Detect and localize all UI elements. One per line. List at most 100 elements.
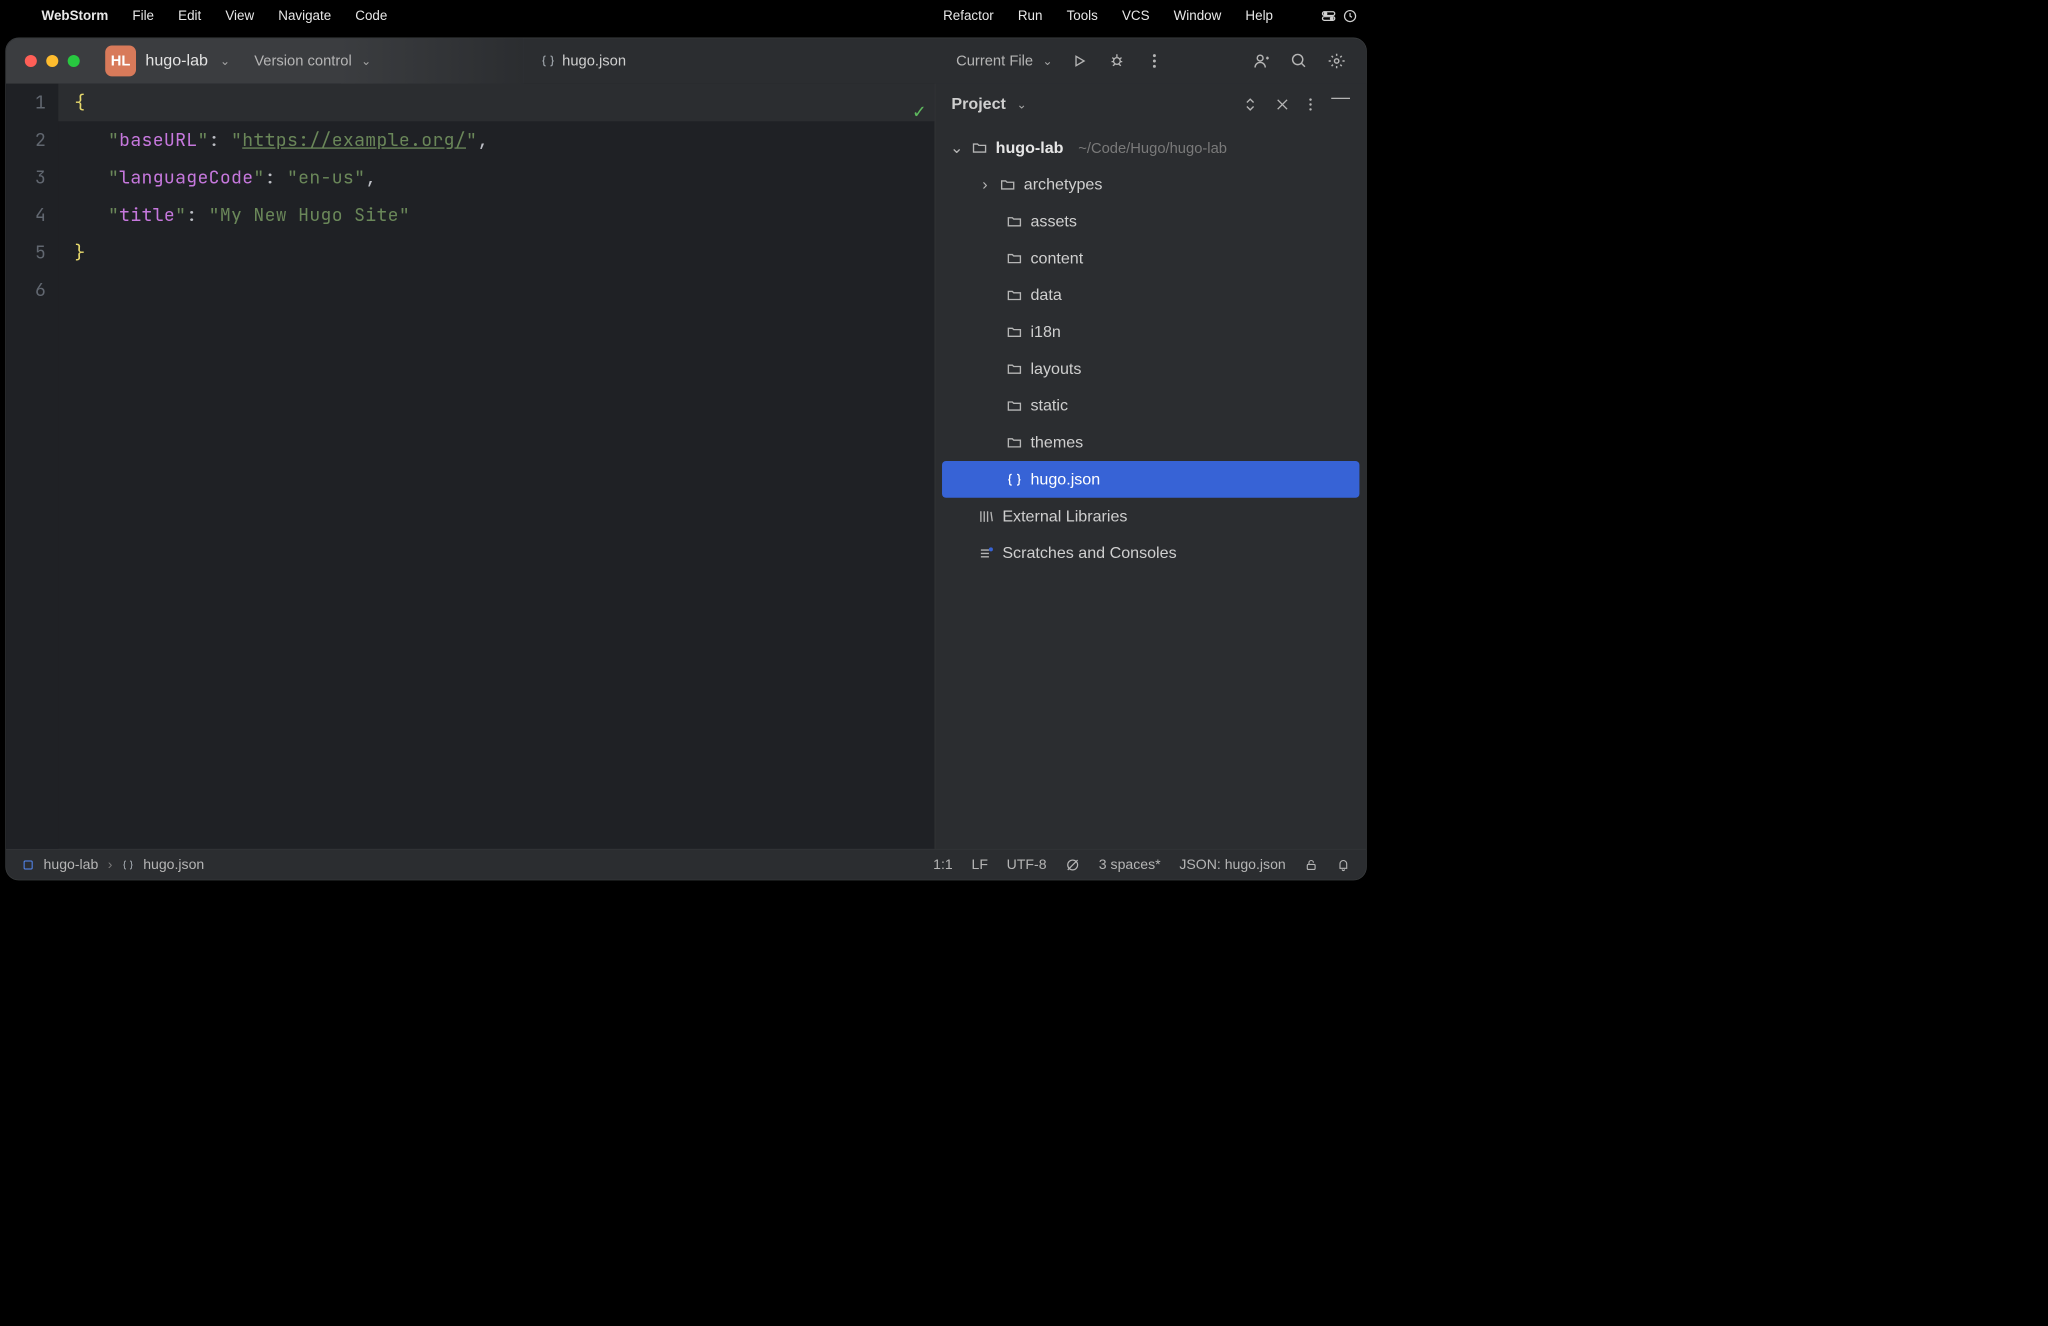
menu-window[interactable]: Window [1174,8,1222,23]
tree-label: Scratches and Consoles [1002,544,1176,563]
tree-label: data [1030,286,1061,305]
vc-label: Version control [254,52,352,69]
breadcrumb-root[interactable]: hugo-lab [44,857,99,873]
tree-root-label: hugo-lab [996,138,1064,157]
window-close-button[interactable] [25,55,37,67]
folder-icon [1000,177,1016,193]
tree-label: layouts [1030,359,1081,378]
inspection-ok-icon[interactable]: ✓ [913,92,925,130]
tree-label: hugo.json [1030,470,1100,489]
tree-scratches[interactable]: Scratches and Consoles [942,535,1359,572]
code-token: https://example.org/ [242,128,466,152]
line-number: 6 [6,271,46,309]
menu-view[interactable]: View [225,8,254,23]
notifications-icon[interactable] [1337,857,1350,872]
chevron-right-icon: › [978,175,991,194]
code-token: { [74,90,85,114]
menu-code[interactable]: Code [355,8,387,23]
breadcrumb-file[interactable]: hugo.json [143,857,204,873]
editor-tab[interactable]: hugo.json [523,38,643,84]
project-icon: HL [105,46,136,77]
line-number: 2 [6,121,46,159]
run-config-label: Current File [956,52,1033,69]
menu-edit[interactable]: Edit [178,8,201,23]
menu-refactor[interactable]: Refactor [943,8,994,23]
menu-run[interactable]: Run [1018,8,1043,23]
run-button[interactable] [1069,50,1090,71]
macos-menubar: WebStorm File Edit View Navigate Code Re… [0,0,1372,32]
tree-file-hugo-json[interactable]: hugo.json [942,461,1359,498]
file-language[interactable]: JSON: hugo.json [1179,857,1285,873]
tree-folder-layouts[interactable]: layouts [942,350,1359,387]
tree-external-libraries[interactable]: External Libraries [942,498,1359,535]
line-separator[interactable]: LF [971,857,987,873]
collapse-all-icon[interactable] [1275,97,1290,112]
titlebar: HL hugo-lab ⌄ Version control ⌄ hugo.jso… [6,38,1366,84]
readonly-toggle-icon[interactable] [1065,857,1080,872]
braces-icon [122,859,134,871]
run-config-selector[interactable]: Current File ⌄ [956,52,1052,69]
settings-button[interactable] [1326,50,1347,71]
folder-icon [1006,361,1022,377]
menubar-app[interactable]: WebStorm [42,8,109,23]
tree-root[interactable]: ⌄ hugo-lab ~/Code/Hugo/hugo-lab [942,129,1359,166]
expand-collapse-icon[interactable] [1244,97,1256,112]
menu-file[interactable]: File [132,8,154,23]
line-number-gutter: 1 2 3 4 5 6 [6,84,58,849]
menu-help[interactable]: Help [1245,8,1273,23]
debug-button[interactable] [1106,50,1127,71]
caret-position[interactable]: 1:1 [933,857,953,873]
ide-window: HL hugo-lab ⌄ Version control ⌄ hugo.jso… [5,38,1366,881]
tree-folder-data[interactable]: data [942,277,1359,314]
chevron-down-icon[interactable]: ⌄ [1017,97,1027,111]
tree-folder-assets[interactable]: assets [942,203,1359,240]
window-minimize-button[interactable] [46,55,58,67]
minimize-tool-icon[interactable]: — [1331,97,1350,112]
lock-open-icon[interactable] [1304,858,1317,871]
menu-navigate[interactable]: Navigate [278,8,331,23]
file-encoding[interactable]: UTF-8 [1007,857,1047,873]
tree-folder-archetypes[interactable]: ›archetypes [942,166,1359,203]
folder-icon [1006,287,1022,303]
control-center-icon[interactable] [1321,9,1336,24]
folder-icon [1006,250,1022,266]
chevron-down-icon: ⌄ [220,54,230,68]
kebab-icon [1152,53,1156,69]
code-token: My New Hugo Site [220,203,399,227]
tree-folder-static[interactable]: static [942,387,1359,424]
more-button[interactable] [1144,50,1165,71]
gear-icon [1328,52,1345,69]
braces-icon [1006,471,1022,487]
line-number: 3 [6,159,46,197]
code-token: } [74,241,85,265]
search-button[interactable] [1288,50,1309,71]
tree-folder-themes[interactable]: themes [942,424,1359,461]
indent-info[interactable]: 3 spaces* [1099,857,1161,873]
editor-pane: ✓ 1 2 3 4 5 6 { "baseURL": "https://exam… [6,84,935,849]
tree-label: static [1030,396,1068,415]
search-icon [1290,52,1307,69]
code-with-me-button[interactable] [1251,50,1272,71]
tree-folder-i18n[interactable]: i18n [942,314,1359,351]
menu-tools[interactable]: Tools [1067,8,1098,23]
project-selector[interactable]: HL hugo-lab ⌄ [105,46,230,77]
tree-label: External Libraries [1002,507,1127,526]
tool-more-icon[interactable] [1309,97,1313,112]
version-control-button[interactable]: Version control ⌄ [254,52,371,69]
line-number: 1 [6,84,46,122]
tree-label: themes [1030,433,1083,452]
tree-label: assets [1030,212,1076,231]
library-icon [978,508,994,524]
menu-vcs[interactable]: VCS [1122,8,1150,23]
tree-label: i18n [1030,323,1060,342]
code-token: baseURL [119,128,197,152]
chevron-right-icon: › [108,857,113,873]
window-maximize-button[interactable] [68,55,80,67]
code-editor[interactable]: ✓ 1 2 3 4 5 6 { "baseURL": "https://exam… [6,84,935,849]
line-number: 4 [6,196,46,234]
clock-icon[interactable] [1343,9,1358,24]
project-tool-window: Project ⌄ — ⌄ [935,84,1366,849]
tree-folder-content[interactable]: content [942,240,1359,277]
tool-window-title[interactable]: Project [951,95,1006,114]
bug-icon [1109,53,1125,69]
